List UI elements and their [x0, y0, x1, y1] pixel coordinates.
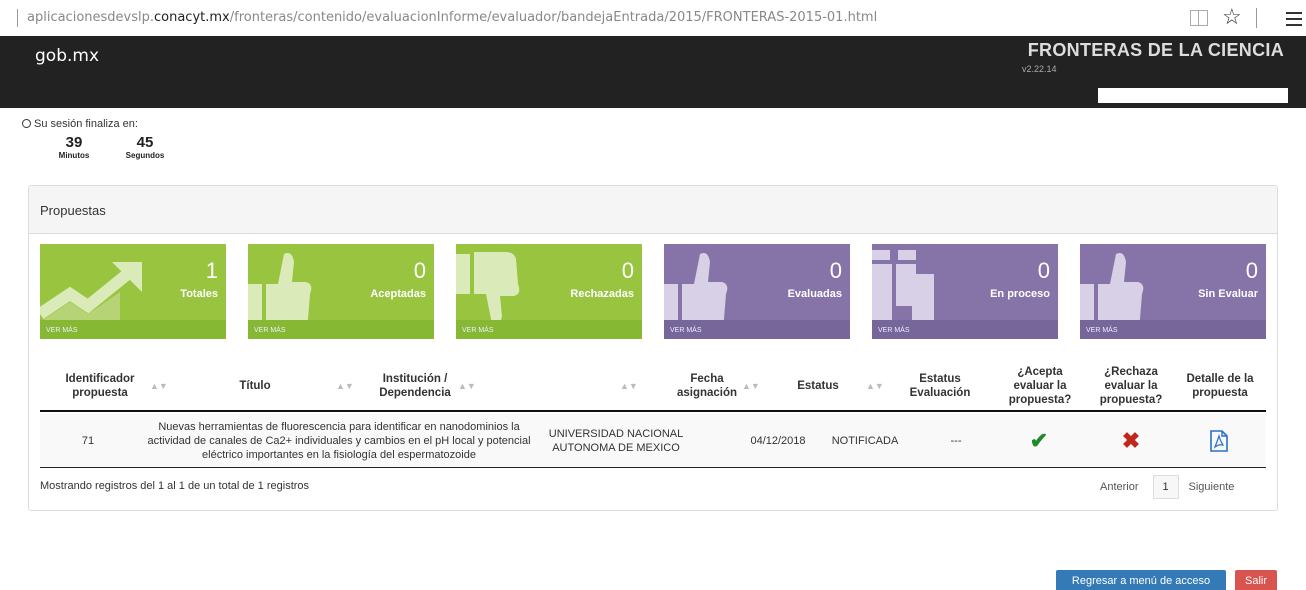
cell-id: 71 [81, 435, 95, 447]
ver-mas-link[interactable]: VER MÁS [254, 327, 286, 334]
ver-mas-link[interactable]: VER MÁS [878, 327, 910, 334]
cell-date: 04/12/2018 [750, 435, 806, 447]
url-domain: conacyt.mx [154, 10, 230, 25]
session-label: Su sesión finaliza en: [34, 118, 138, 130]
sort-icon[interactable]: ▲▼ [620, 381, 638, 391]
sort-icon[interactable]: ▲▼ [742, 381, 760, 391]
tile-value: 0 [621, 258, 634, 283]
col-header-date[interactable]: Fecha asignación [662, 360, 752, 412]
seconds-label: Segundos [125, 151, 165, 160]
reader-view-icon[interactable] [1190, 10, 1208, 26]
tile-footer: VER MÁS [872, 320, 1058, 339]
gobmx-logo[interactable]: gob.mx [35, 46, 99, 66]
sort-icon[interactable]: ▲▼ [336, 381, 354, 391]
back-to-menu-button[interactable]: Regresar a menú de acceso [1056, 570, 1226, 590]
col-header-institution[interactable]: Institución / Dependencia [360, 360, 470, 412]
hamburger-menu-icon[interactable] [1286, 12, 1302, 30]
tile-totales[interactable]: 1 Totales VER MÁS [40, 244, 226, 339]
tile-sin-evaluar[interactable]: 0 Sin Evaluar VER MÁS [1080, 244, 1266, 339]
seconds-value: 45 [136, 134, 154, 151]
tile-label: Totales [180, 288, 218, 300]
tile-evaluadas[interactable]: 0 Evaluadas VER MÁS [664, 244, 850, 339]
table-row: 71 Nuevas herramientas de fluorescencia … [40, 414, 1266, 468]
clock-icon [22, 119, 31, 128]
tile-value: 1 [205, 258, 218, 283]
url-prefix: aplicacionesdevslp. [27, 10, 154, 25]
bookmark-star-icon[interactable]: ☆ [1222, 4, 1242, 30]
toolbar-separator [1256, 8, 1257, 28]
col-header-title[interactable]: Título [190, 360, 320, 412]
col-header-accept: ¿Acepta evaluar la propuesta? [1008, 366, 1072, 406]
tile-label: Evaluadas [787, 288, 842, 300]
sort-icon[interactable]: ▲▼ [150, 381, 168, 391]
minutes-counter: 39 Minutos [50, 134, 98, 160]
seconds-counter: 45 Segundos [117, 134, 173, 160]
header-user-field[interactable] [1098, 88, 1288, 103]
tile-footer: VER MÁS [456, 320, 642, 339]
minutes-label: Minutos [58, 151, 90, 160]
panel-title: Propuestas [29, 186, 1277, 234]
table-header: Identificador propuesta ▲▼ Título ▲▼ Ins… [40, 360, 1266, 412]
app-title: FRONTERAS DE LA CIENCIA [1027, 40, 1284, 60]
ver-mas-link[interactable]: VER MÁS [670, 327, 702, 334]
tile-label: Rechazadas [570, 288, 634, 300]
detail-pdf-button[interactable] [1186, 414, 1252, 468]
tile-aceptadas[interactable]: 0 Aceptadas VER MÁS [248, 244, 434, 339]
pager-previous[interactable]: Anterior [1100, 481, 1139, 493]
session-timer: Su sesión finaliza en: [22, 118, 138, 130]
site-header: gob.mx FRONTERAS DE LA CIENCIA v2.22.14 [0, 36, 1306, 108]
tile-label: Aceptadas [370, 288, 426, 300]
tile-value: 0 [413, 258, 426, 283]
tile-footer: VER MÁS [40, 320, 226, 339]
col-header-detail: Detalle de la propuesta [1186, 373, 1254, 399]
checkmark-icon: ✔ [1029, 428, 1049, 453]
app-version: v2.22.14 [1022, 64, 1057, 74]
sort-icon[interactable]: ▲▼ [458, 381, 476, 391]
ver-mas-link[interactable]: VER MÁS [46, 327, 78, 334]
tile-value: 0 [1037, 258, 1050, 283]
col-header-id[interactable]: Identificador propuesta [48, 360, 152, 412]
tile-footer: VER MÁS [1080, 320, 1266, 339]
tile-label: En proceso [990, 288, 1050, 300]
tile-value: 0 [829, 258, 842, 283]
reject-button[interactable]: ✖ [1096, 414, 1166, 468]
tile-rechazadas[interactable]: 0 Rechazadas VER MÁS [456, 244, 642, 339]
tile-footer: VER MÁS [248, 320, 434, 339]
col-header-reject: ¿Rechaza evaluar la propuesta? [1099, 366, 1163, 406]
col-header-eval-status[interactable]: Estatus Evaluación [898, 360, 982, 412]
tile-en-proceso[interactable]: 0 En proceso VER MÁS [872, 244, 1058, 339]
pagination: Anterior 1 Siguiente [1100, 475, 1235, 499]
tile-footer: VER MÁS [664, 320, 850, 339]
tile-value: 0 [1245, 258, 1258, 283]
cell-title: Nuevas herramientas de fluorescencia par… [147, 421, 531, 461]
url-path: /fronteras/contenido/evaluacionInforme/e… [229, 10, 878, 25]
sort-icon[interactable]: ▲▼ [866, 381, 884, 391]
ver-mas-link[interactable]: VER MÁS [462, 327, 494, 334]
col-header-status[interactable]: Estatus [776, 360, 860, 412]
table-info: Mostrando registros del 1 al 1 de un tot… [40, 480, 310, 492]
cell-status: NOTIFICADA [831, 435, 899, 447]
ver-mas-link[interactable]: VER MÁS [1086, 327, 1118, 334]
close-x-icon: ✖ [1121, 428, 1141, 453]
pdf-icon [1210, 430, 1228, 452]
browser-toolbar: aplicacionesdevslp.conacyt.mx/fronteras/… [0, 0, 1306, 36]
exit-button[interactable]: Salir [1235, 570, 1277, 590]
accept-button[interactable]: ✔ [1006, 414, 1072, 468]
toolbar-separator [17, 9, 18, 27]
cell-institution: UNIVERSIDAD NACIONAL AUTONOMA DE MEXICO [548, 428, 684, 454]
tile-label: Sin Evaluar [1198, 288, 1258, 300]
pager-page[interactable]: 1 [1152, 475, 1179, 499]
minutes-value: 39 [65, 134, 83, 151]
pager-next[interactable]: Siguiente [1189, 481, 1235, 493]
cell-eval-status: --- [950, 435, 962, 447]
address-bar[interactable]: aplicacionesdevslp.conacyt.mx/fronteras/… [27, 10, 877, 25]
